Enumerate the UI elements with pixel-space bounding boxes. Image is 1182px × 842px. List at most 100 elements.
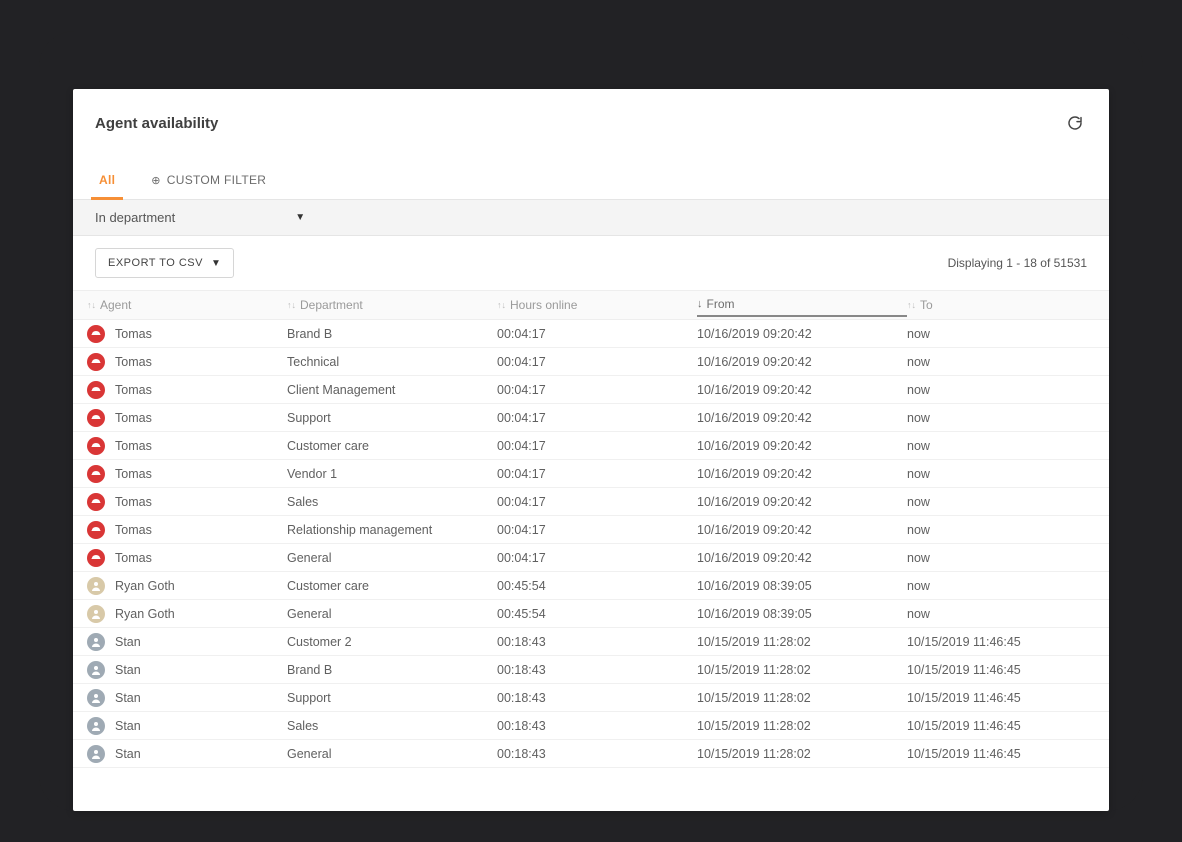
hours-cell: 00:04:17 — [497, 495, 697, 509]
from-cell: 10/16/2019 09:20:42 — [697, 495, 907, 509]
col-to[interactable]: ↑↓ To — [907, 298, 1095, 312]
to-cell: now — [907, 439, 1095, 453]
page-title: Agent availability — [95, 115, 218, 132]
to-cell: now — [907, 523, 1095, 537]
from-cell: 10/16/2019 09:20:42 — [697, 383, 907, 397]
department-cell: Support — [287, 691, 497, 705]
header: Agent availability — [73, 89, 1109, 145]
from-cell: 10/16/2019 09:20:42 — [697, 439, 907, 453]
col-from[interactable]: ↓From — [697, 297, 907, 317]
avatar — [87, 381, 105, 399]
department-cell: Brand B — [287, 663, 497, 677]
agent-name: Tomas — [115, 355, 152, 369]
from-cell: 10/15/2019 11:28:02 — [697, 691, 907, 705]
agent-name: Stan — [115, 747, 141, 761]
hours-cell: 00:04:17 — [497, 327, 697, 341]
to-cell: now — [907, 411, 1095, 425]
hours-cell: 00:04:17 — [497, 551, 697, 565]
to-cell: now — [907, 495, 1095, 509]
table-row[interactable]: StanCustomer 200:18:4310/15/2019 11:28:0… — [73, 628, 1109, 656]
avatar — [87, 325, 105, 343]
agent-name: Stan — [115, 663, 141, 677]
table-row[interactable]: TomasBrand B00:04:1710/16/2019 09:20:42n… — [73, 320, 1109, 348]
from-cell: 10/16/2019 09:20:42 — [697, 327, 907, 341]
agent-cell: Ryan Goth — [87, 605, 287, 623]
sort-icon: ↑↓ — [287, 300, 296, 310]
col-from-label: From — [707, 297, 735, 311]
from-cell: 10/15/2019 11:28:02 — [697, 663, 907, 677]
to-cell: 10/15/2019 11:46:45 — [907, 691, 1095, 705]
table-row[interactable]: TomasGeneral00:04:1710/16/2019 09:20:42n… — [73, 544, 1109, 572]
col-department-label: Department — [300, 298, 363, 312]
export-csv-button[interactable]: EXPORT TO CSV ▼ — [95, 248, 234, 278]
from-cell: 10/16/2019 09:20:42 — [697, 551, 907, 565]
filter-department-select[interactable]: In department ▼ — [95, 210, 305, 225]
hours-cell: 00:04:17 — [497, 355, 697, 369]
agent-name: Tomas — [115, 523, 152, 537]
table-row[interactable]: StanGeneral00:18:4310/15/2019 11:28:0210… — [73, 740, 1109, 768]
hours-cell: 00:18:43 — [497, 663, 697, 677]
table-row[interactable]: TomasCustomer care00:04:1710/16/2019 09:… — [73, 432, 1109, 460]
agent-cell: Stan — [87, 689, 287, 707]
sort-icon: ↑↓ — [87, 300, 96, 310]
table-row[interactable]: TomasClient Management00:04:1710/16/2019… — [73, 376, 1109, 404]
plus-icon: ⊕ — [151, 174, 161, 187]
agent-name: Ryan Goth — [115, 579, 175, 593]
refresh-button[interactable] — [1063, 111, 1087, 135]
table-row[interactable]: StanBrand B00:18:4310/15/2019 11:28:0210… — [73, 656, 1109, 684]
table-row[interactable]: Ryan GothCustomer care00:45:5410/16/2019… — [73, 572, 1109, 600]
table-row[interactable]: TomasVendor 100:04:1710/16/2019 09:20:42… — [73, 460, 1109, 488]
avatar — [87, 745, 105, 763]
agent-cell: Tomas — [87, 465, 287, 483]
to-cell: now — [907, 327, 1095, 341]
chevron-down-icon: ▼ — [211, 258, 221, 269]
col-to-label: To — [920, 298, 933, 312]
to-cell: now — [907, 467, 1095, 481]
table-row[interactable]: StanSales00:18:4310/15/2019 11:28:0210/1… — [73, 712, 1109, 740]
agent-cell: Stan — [87, 661, 287, 679]
agent-name: Tomas — [115, 439, 152, 453]
tab-all[interactable]: All — [95, 163, 119, 199]
export-label: EXPORT TO CSV — [108, 257, 203, 269]
chevron-down-icon: ▼ — [295, 212, 305, 223]
avatar — [87, 689, 105, 707]
agent-cell: Stan — [87, 633, 287, 651]
department-cell: General — [287, 747, 497, 761]
avatar — [87, 633, 105, 651]
hours-cell: 00:04:17 — [497, 523, 697, 537]
agent-cell: Ryan Goth — [87, 577, 287, 595]
to-cell: now — [907, 383, 1095, 397]
col-department[interactable]: ↑↓ Department — [287, 298, 497, 312]
tab-custom-filter[interactable]: ⊕ CUSTOM FILTER — [147, 163, 270, 199]
hours-cell: 00:18:43 — [497, 691, 697, 705]
agent-cell: Tomas — [87, 521, 287, 539]
filter-bar: In department ▼ — [73, 200, 1109, 236]
department-cell: Customer 2 — [287, 635, 497, 649]
table-row[interactable]: TomasTechnical00:04:1710/16/2019 09:20:4… — [73, 348, 1109, 376]
agent-cell: Tomas — [87, 325, 287, 343]
col-agent[interactable]: ↑↓Agent — [87, 298, 287, 312]
table-row[interactable]: Ryan GothGeneral00:45:5410/16/2019 08:39… — [73, 600, 1109, 628]
col-hours[interactable]: ↑↓Hours online — [497, 298, 697, 312]
agent-name: Ryan Goth — [115, 607, 175, 621]
table-row[interactable]: TomasRelationship management00:04:1710/1… — [73, 516, 1109, 544]
agent-name: Tomas — [115, 467, 152, 481]
pagination-count: Displaying 1 - 18 of 51531 — [948, 256, 1087, 270]
table-row[interactable]: TomasSales00:04:1710/16/2019 09:20:42now — [73, 488, 1109, 516]
tab-custom-label: CUSTOM FILTER — [167, 173, 266, 187]
agent-name: Tomas — [115, 551, 152, 565]
table-row[interactable]: StanSupport00:18:4310/15/2019 11:28:0210… — [73, 684, 1109, 712]
hours-cell: 00:18:43 — [497, 747, 697, 761]
avatar — [87, 661, 105, 679]
device-frame: Agent availability All ⊕ CUSTOM FILTER I… — [39, 31, 1143, 811]
agent-cell: Tomas — [87, 437, 287, 455]
agent-cell: Tomas — [87, 493, 287, 511]
hours-cell: 00:04:17 — [497, 467, 697, 481]
sort-icon: ↑↓ — [497, 300, 506, 310]
avatar — [87, 521, 105, 539]
from-cell: 10/15/2019 11:28:02 — [697, 747, 907, 761]
table-row[interactable]: TomasSupport00:04:1710/16/2019 09:20:42n… — [73, 404, 1109, 432]
hours-cell: 00:45:54 — [497, 607, 697, 621]
department-cell: General — [287, 551, 497, 565]
sort-icon: ↑↓ — [907, 300, 916, 310]
